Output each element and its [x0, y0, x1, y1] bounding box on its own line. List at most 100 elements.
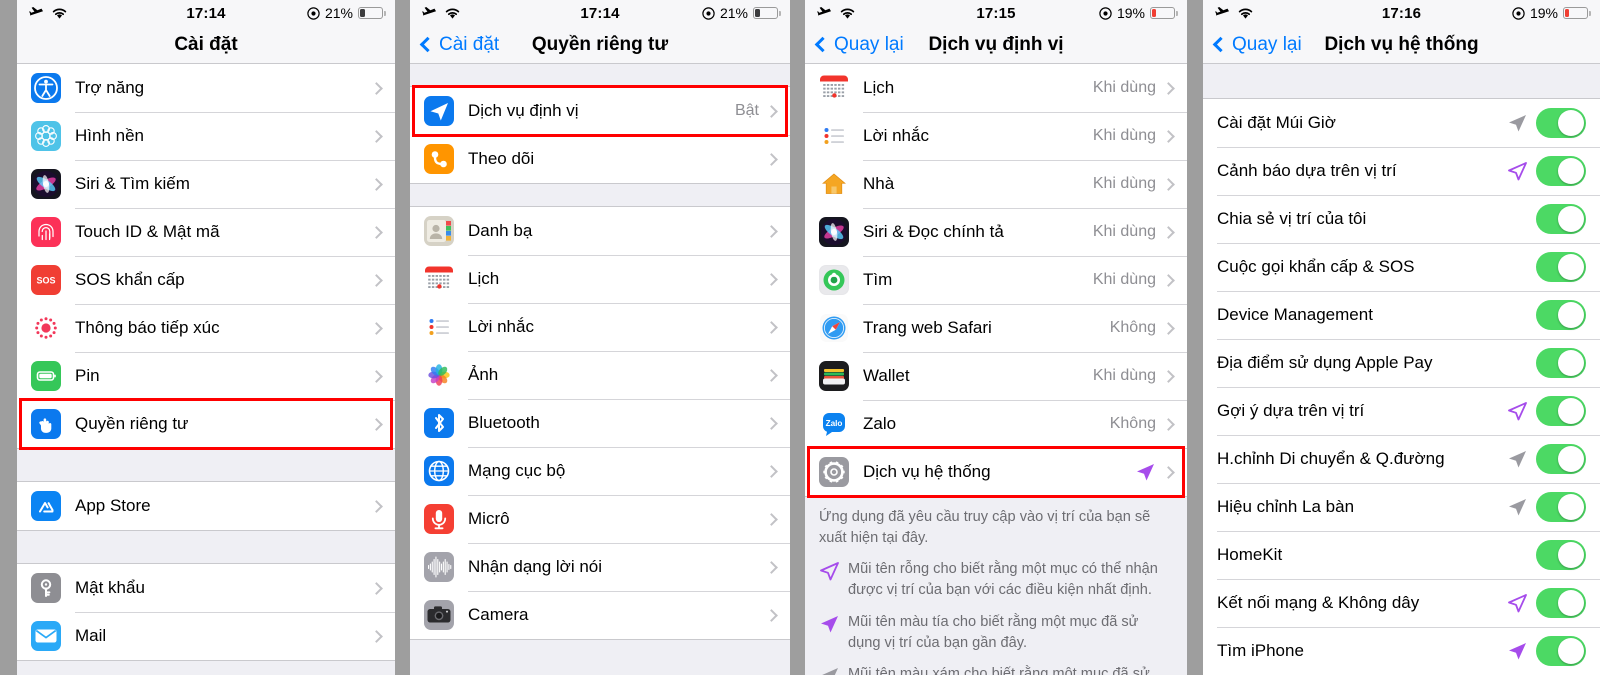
list-item-value: Không — [1109, 319, 1156, 336]
toggle-knob — [1558, 206, 1584, 232]
list-item[interactable]: Cảnh báo dựa trên vị trí — [1203, 147, 1600, 195]
list-item[interactable]: Địa điểm sử dụng Apple Pay — [1203, 339, 1600, 387]
toggle-switch[interactable] — [1536, 588, 1586, 618]
system-services-gear-icon — [823, 461, 845, 483]
list-item[interactable]: Pin — [17, 352, 395, 400]
location-arrow-filled-icon — [1509, 499, 1526, 516]
list-item-label: Nhà — [863, 174, 895, 193]
list-item[interactable]: Gợi ý dựa trên vị trí — [1203, 387, 1600, 435]
list-item[interactable]: Siri & Đọc chính tả Khi dùng — [805, 208, 1187, 256]
list-item[interactable]: Siri & Tìm kiếm — [17, 160, 395, 208]
list-item[interactable]: Lời nhắc Khi dùng — [805, 112, 1187, 160]
list-item[interactable]: Dịch vụ hệ thống — [805, 448, 1187, 496]
list-item[interactable]: Bluetooth — [410, 399, 790, 447]
list-item[interactable]: Wallet Khi dùng — [805, 352, 1187, 400]
photos-icon — [424, 360, 454, 390]
scroll-area[interactable]: Dịch vụ định vị Bật Theo dõi Danh bạ Lịch Lời… — [410, 64, 790, 675]
list-item[interactable]: Ảnh — [410, 351, 790, 399]
list-item-label: Hình nền — [75, 126, 144, 145]
exposure-notification-icon — [31, 313, 61, 343]
list-item[interactable]: Cài đặt Múi Giờ — [1203, 99, 1600, 147]
list-item[interactable]: Cuộc gọi khẩn cấp & SOS — [1203, 243, 1600, 291]
list-item-label: Chia sẻ vị trí của tôi — [1217, 209, 1367, 228]
toggle-switch[interactable] — [1536, 396, 1586, 426]
scroll-area[interactable]: Lịch Khi dùng Lời nhắc Khi dùng Nhà Khi dùng S… — [805, 64, 1187, 675]
list-item-label: Zalo — [863, 414, 897, 433]
list-item[interactable]: Device Management — [1203, 291, 1600, 339]
toggle-switch[interactable] — [1536, 204, 1586, 234]
list-item[interactable]: Theo dõi — [410, 135, 790, 183]
chevron-right-icon — [765, 416, 778, 430]
list-item[interactable]: Tìm Khi dùng — [805, 256, 1187, 304]
list-item[interactable]: Nhà Khi dùng — [805, 160, 1187, 208]
list-item[interactable]: Mật khẩu — [17, 564, 395, 612]
toggle-switch[interactable] — [1536, 444, 1586, 474]
toggle-switch[interactable] — [1536, 108, 1586, 138]
list-item-label: Danh bạ — [468, 221, 533, 240]
list-group: Trợ năng Hình nền Siri & Tìm kiếm Touch ID … — [17, 64, 395, 449]
back-button-label: Cài đặt — [439, 33, 500, 55]
list-item[interactable]: Thông báo tiếp xúc — [17, 304, 395, 352]
battery-fill — [1152, 9, 1157, 17]
list-item-value: Khi dùng — [1092, 79, 1156, 96]
list-item[interactable]: H.chỉnh Di chuyển & Q.đường — [1203, 435, 1600, 483]
list-item[interactable]: Tìm iPhone — [1203, 627, 1600, 675]
list-item[interactable]: Nhận dạng lời nói — [410, 543, 790, 591]
list-item[interactable]: Kết nối mạng & Không dây — [1203, 579, 1600, 627]
list-item[interactable]: Chia sẻ vị trí của tôi — [1203, 195, 1600, 243]
phone-screen-system-services: 17:16 19% Quay lại Dịch vụ hệ thống Cài đặt … — [1203, 0, 1600, 675]
back-button[interactable]: Quay lại — [814, 34, 904, 56]
chevron-right-icon — [370, 177, 383, 191]
list-item[interactable]: Zalo Zalo Không — [805, 400, 1187, 448]
toggle-switch[interactable] — [1536, 348, 1586, 378]
list-item[interactable]: Lịch Khi dùng — [805, 64, 1187, 112]
list-item[interactable]: Touch ID & Mật mã — [17, 208, 395, 256]
toggle-switch[interactable] — [1536, 300, 1586, 330]
toggle-switch[interactable] — [1536, 636, 1586, 666]
safari-icon — [819, 313, 849, 343]
list-item[interactable]: Camera — [410, 591, 790, 639]
chevron-right-icon — [370, 369, 383, 383]
chevron-right-icon — [370, 225, 383, 239]
list-item[interactable]: SOS SOS khẩn cấp — [17, 256, 395, 304]
list-item[interactable]: Danh bạ — [410, 207, 790, 255]
list-item[interactable]: Lịch — [410, 255, 790, 303]
battery-icon — [358, 7, 386, 19]
list-item[interactable]: Micrô — [410, 495, 790, 543]
list-item[interactable]: Hiệu chỉnh La bàn — [1203, 483, 1600, 531]
list-item[interactable]: HomeKit — [1203, 531, 1600, 579]
list-item[interactable]: Trang web Safari Không — [805, 304, 1187, 352]
list-item[interactable]: Trợ năng — [17, 64, 395, 112]
footer-bullet: Mũi tên rỗng cho biết rằng một mục có th… — [819, 559, 1173, 600]
toggle-switch[interactable] — [1536, 540, 1586, 570]
location-arrow-filled-icon — [1509, 451, 1526, 468]
section-gap — [17, 531, 395, 563]
toggle-knob — [1558, 494, 1584, 520]
toggle-switch[interactable] — [1536, 156, 1586, 186]
list-item[interactable]: Quyền riêng tư — [17, 400, 395, 448]
list-item-label: Kết nối mạng & Không dây — [1217, 593, 1420, 612]
list-item[interactable]: Dịch vụ định vị Bật — [410, 87, 790, 135]
list-item-label: Hiệu chỉnh La bàn — [1217, 497, 1355, 516]
back-button[interactable]: Quay lại — [1212, 34, 1302, 56]
scroll-area[interactable]: Cài đặt Múi Giờ Cảnh báo dựa trên vị trí C… — [1203, 64, 1600, 675]
list-group: Danh bạ Lịch Lời nhắc Ảnh Bluetooth Mạng cục … — [410, 206, 790, 640]
toggle-switch[interactable] — [1536, 492, 1586, 522]
list-item-label: Theo dõi — [468, 149, 535, 168]
scroll-area[interactable]: Trợ năng Hình nền Siri & Tìm kiếm Touch ID … — [17, 64, 395, 675]
back-button[interactable]: Cài đặt — [419, 33, 500, 56]
chevron-right-icon — [1162, 177, 1175, 191]
reminders-icon — [819, 121, 849, 151]
list-item[interactable]: Lời nhắc — [410, 303, 790, 351]
list-item[interactable]: App Store — [17, 482, 395, 530]
list-item[interactable]: Mạng cục bộ — [410, 447, 790, 495]
battery-percent: 19% — [1529, 5, 1558, 21]
toggle-switch[interactable] — [1536, 252, 1586, 282]
list-item[interactable]: Mail — [17, 612, 395, 660]
list-item-value: Bật — [734, 102, 759, 119]
list-item[interactable]: Hình nền — [17, 112, 395, 160]
gutter-3 — [1187, 0, 1203, 675]
list-group: Mật khẩu Mail — [17, 563, 395, 661]
passwords-key-icon — [40, 579, 52, 597]
speech-recognition-icon — [424, 552, 454, 582]
